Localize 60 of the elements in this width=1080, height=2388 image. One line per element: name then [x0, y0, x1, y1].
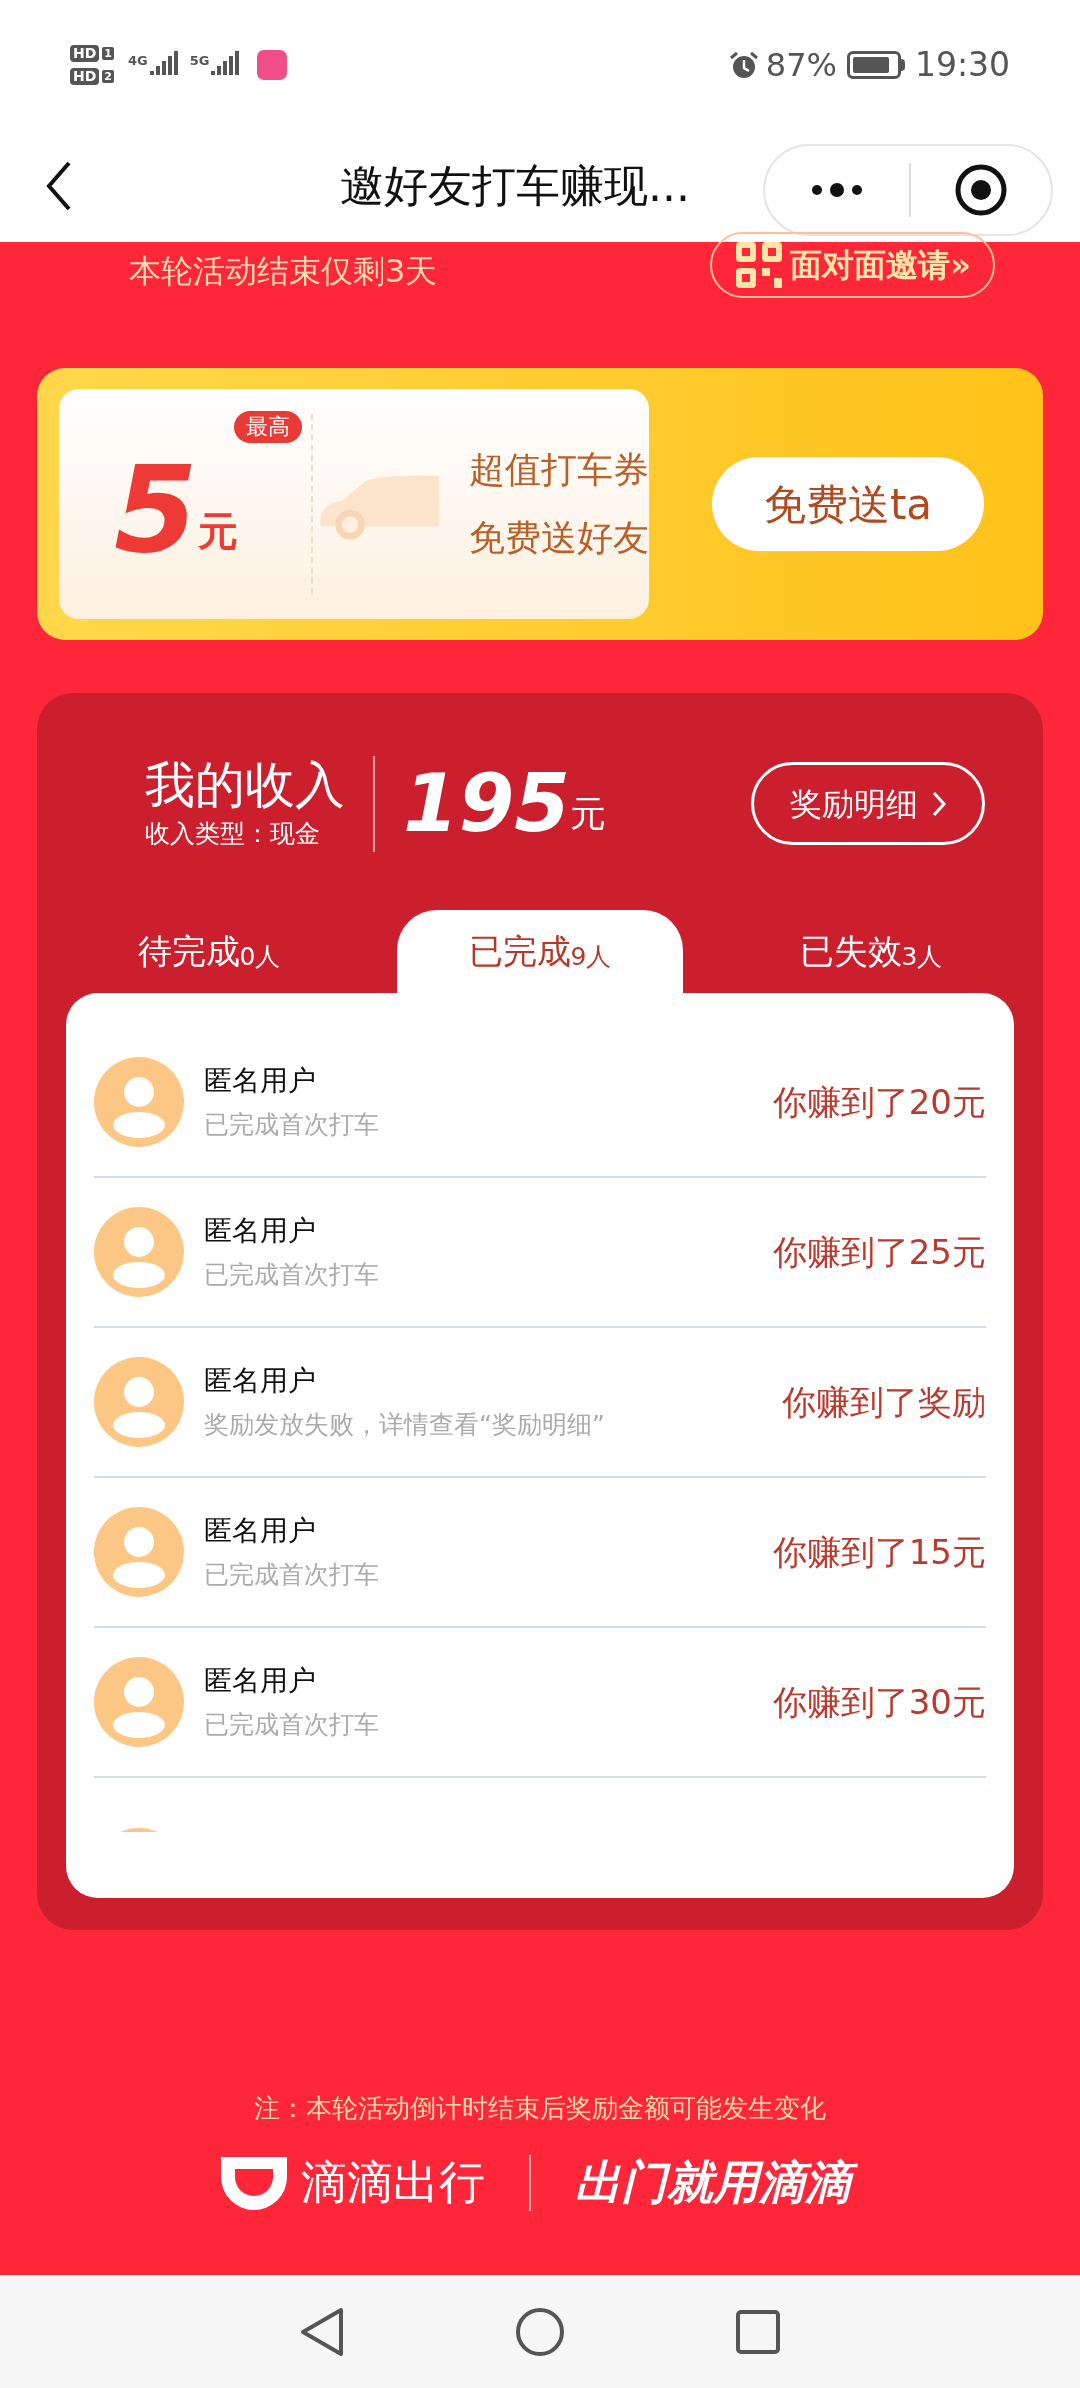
network-label: 5G	[189, 52, 210, 70]
user-name: 匿名用户	[204, 1063, 317, 1100]
network-label: 4G	[128, 52, 148, 70]
row-status: 已完成首次打车	[204, 1559, 380, 1592]
alarm-icon	[727, 49, 760, 81]
avatar-icon	[94, 1357, 184, 1447]
home-nav-icon[interactable]	[515, 2306, 565, 2357]
earning-text: 你赚到了奖励	[782, 1380, 986, 1424]
countdown-text: 本轮活动结束仅剩3天	[129, 251, 438, 292]
user-name: 匿名用户	[204, 1513, 317, 1550]
avatar-icon	[94, 1057, 184, 1147]
user-name: 匿名用户	[204, 1363, 317, 1400]
reward-detail-button[interactable]: 奖励明细	[751, 762, 985, 845]
coupon-text: 免费送好友	[469, 516, 649, 560]
back-nav-icon[interactable]	[299, 2306, 345, 2357]
send-free-button[interactable]: 免费送ta	[712, 457, 984, 551]
sim-label: HD	[70, 45, 100, 62]
earning-text: 你赚到了25元	[772, 1230, 986, 1274]
battery-icon	[846, 51, 905, 79]
income-title: 我的收入	[145, 754, 345, 815]
invite-button[interactable]: 面对面邀请»	[710, 232, 995, 298]
avatar-icon	[94, 1507, 184, 1597]
tab[interactable]: 待完成0人	[66, 910, 352, 993]
earning-text: 你赚到了20元	[772, 1080, 986, 1124]
recents-nav-icon[interactable]	[735, 2308, 781, 2355]
page-title: 邀好友打车赚现...	[340, 159, 690, 213]
sim-slot: 1	[102, 47, 114, 60]
row-status: 已完成首次打车	[204, 1259, 380, 1292]
income-unit: 元	[570, 791, 606, 836]
sim-slot: 2	[102, 70, 114, 83]
row-status: 已完成首次打车	[204, 1709, 380, 1742]
income-amount: 195	[403, 758, 570, 849]
more-icon	[809, 182, 865, 198]
max-badge: 最高	[234, 411, 302, 443]
coupon-unit: 元	[197, 507, 238, 556]
avatar-icon	[94, 1207, 184, 1297]
chevron-right-icon	[932, 790, 946, 817]
battery-percent: 87%	[765, 45, 837, 86]
earning-text: 你赚到了15元	[772, 1530, 986, 1574]
app-notification-icon	[257, 50, 288, 80]
earning-text: 你赚到了30元	[772, 1680, 986, 1724]
tab[interactable]: 已完成9人	[397, 910, 683, 993]
didi-logo-icon	[219, 2154, 289, 2211]
footer-note: 注：本轮活动倒计时结束后奖励金额可能发生变化	[254, 2092, 826, 2125]
sim-label: HD	[70, 68, 100, 85]
user-name: 匿名用户	[204, 1213, 317, 1250]
tab[interactable]: 已失效3人	[728, 910, 1014, 993]
clock: 19:30	[914, 44, 1010, 87]
slogan: 出门就用滴滴	[575, 2148, 861, 2217]
back-icon	[45, 160, 73, 212]
row-status: 奖励发放失败，详情查看“奖励明细”	[204, 1409, 606, 1442]
avatar-icon	[94, 1657, 184, 1747]
coupon-amount: 5	[114, 455, 198, 565]
user-name: 匿名用户	[204, 1663, 317, 1700]
row-status: 已完成首次打车	[204, 1109, 380, 1142]
income-type: 收入类型：现金	[145, 817, 321, 850]
coupon-text: 超值打车券	[469, 448, 649, 492]
close-icon	[954, 163, 1008, 217]
brand-name: 滴滴出行	[301, 2154, 485, 2211]
qr-code-icon	[734, 240, 785, 290]
